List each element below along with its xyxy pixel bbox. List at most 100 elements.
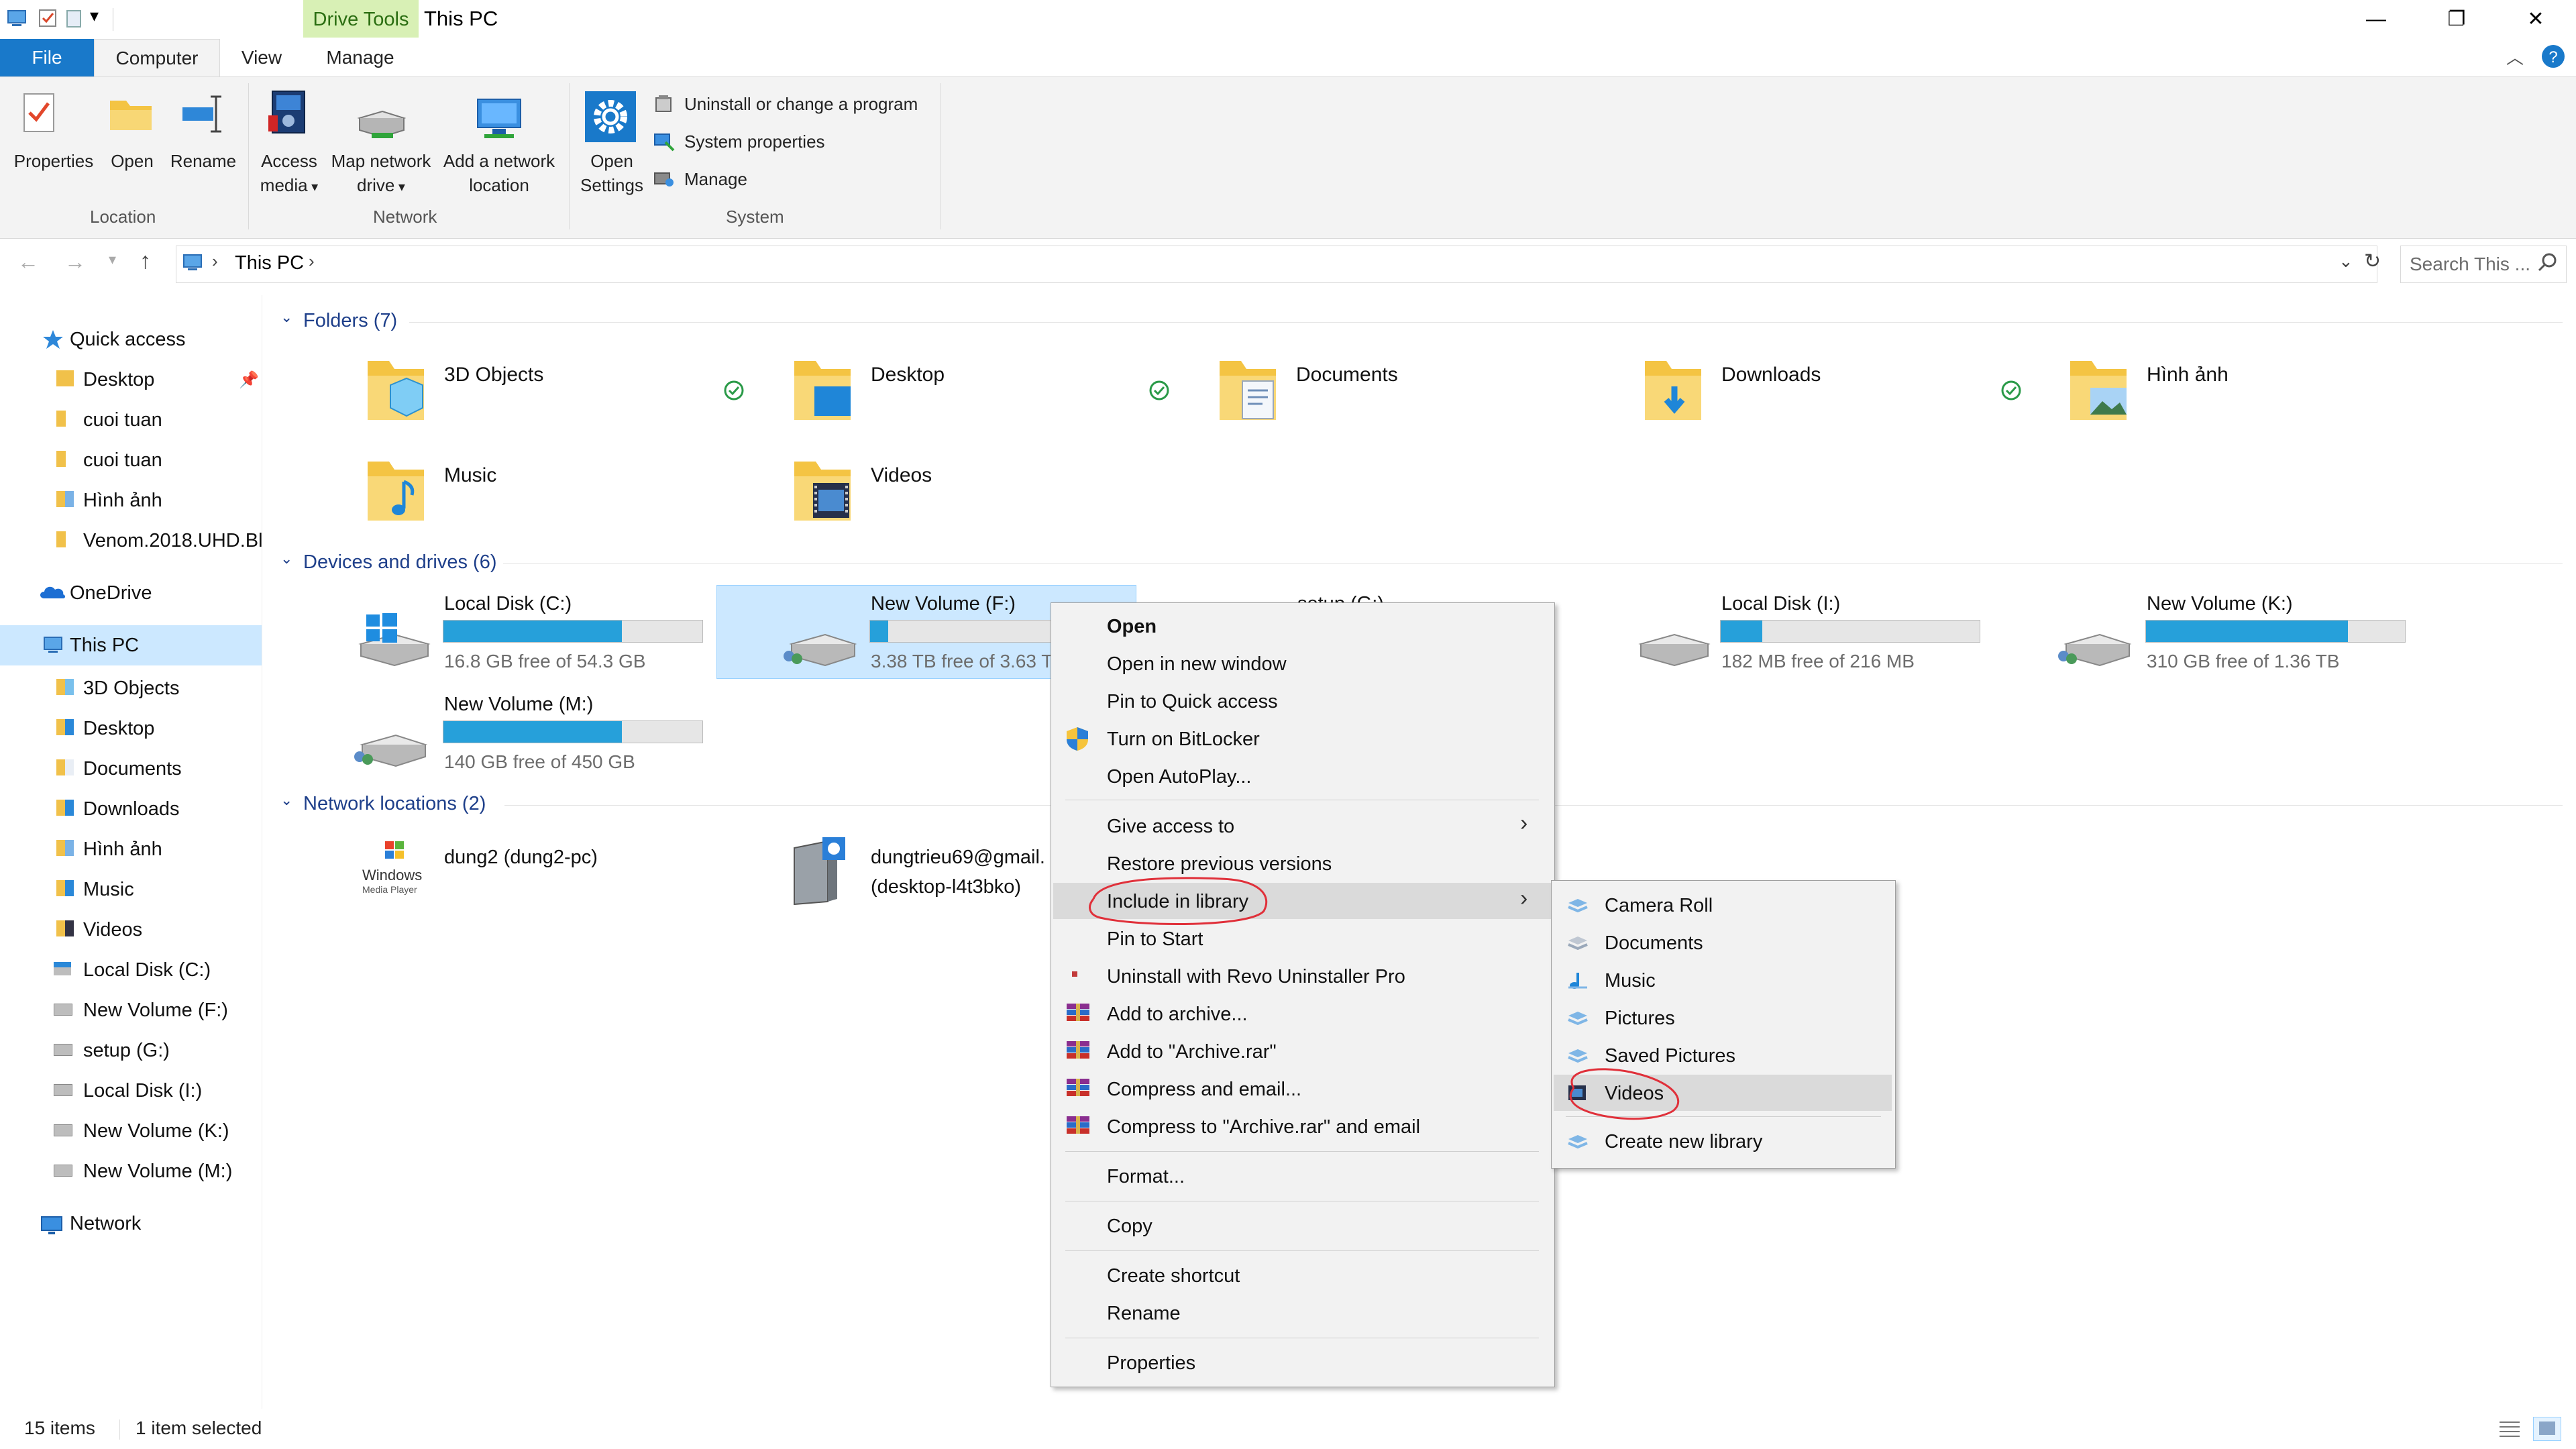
nav-quick-access[interactable]: Quick access	[70, 329, 185, 351]
rename-button[interactable]: Rename	[165, 149, 241, 173]
nav-pc-music[interactable]: Music	[83, 879, 134, 901]
collapse-chevron-icon[interactable]: ⌄	[280, 550, 292, 568]
submenu-pictures[interactable]: Pictures	[1605, 1008, 1675, 1030]
network-item-dung2[interactable]: dung2 (dung2-pc)	[444, 847, 598, 869]
submenu-documents[interactable]: Documents	[1605, 932, 1703, 955]
drive-c-name[interactable]: Local Disk (C:)	[444, 593, 572, 615]
folder-music[interactable]: Music	[444, 464, 496, 487]
tab-view[interactable]: View	[228, 39, 295, 76]
nav-pc-hinh-anh[interactable]: Hình ảnh	[83, 839, 162, 861]
menu-include-in-library[interactable]: Include in library	[1107, 891, 1248, 913]
uninstall-program-button[interactable]: Uninstall or change a program	[684, 94, 918, 115]
new-folder-qat-icon[interactable]	[64, 8, 85, 28]
drive-k-name[interactable]: New Volume (K:)	[2147, 593, 2293, 615]
properties-qat-icon[interactable]	[38, 8, 58, 28]
address-bar[interactable]	[176, 246, 2377, 283]
folder-downloads[interactable]: Downloads	[1721, 364, 1821, 386]
breadcrumb-chevron-icon[interactable]: ›	[309, 251, 315, 272]
menu-copy[interactable]: Copy	[1107, 1216, 1152, 1238]
forward-button[interactable]: →	[64, 250, 86, 274]
folder-documents[interactable]: Documents	[1296, 364, 1398, 386]
network-item-dungtrieu69[interactable]: dungtrieu69@gmail.	[871, 847, 1045, 869]
drive-f-name[interactable]: New Volume (F:)	[871, 593, 1016, 615]
minimize-button[interactable]: —	[2337, 0, 2415, 39]
nav-quick-item-hinh-anh[interactable]: Hình ảnh	[83, 490, 162, 512]
submenu-saved-pictures[interactable]: Saved Pictures	[1605, 1045, 1735, 1067]
nav-quick-item-desktop[interactable]: Desktop	[83, 369, 154, 391]
menu-add-to-archive[interactable]: Add to archive...	[1107, 1004, 1248, 1026]
folder-3d-objects[interactable]: 3D Objects	[444, 364, 543, 386]
network-section-header[interactable]: Network locations (2)	[303, 793, 486, 815]
refresh-icon[interactable]: ↻	[2364, 250, 2381, 273]
address-dropdown-icon[interactable]: ⌄	[2339, 251, 2353, 272]
nav-network[interactable]: Network	[70, 1213, 141, 1235]
submenu-camera-roll[interactable]: Camera Roll	[1605, 895, 1713, 917]
open-button[interactable]: Open	[101, 149, 164, 173]
menu-open-autoplay[interactable]: Open AutoPlay...	[1107, 766, 1252, 788]
folders-section-header[interactable]: Folders (7)	[303, 310, 397, 332]
manage-button[interactable]: Manage	[684, 169, 747, 190]
breadcrumb-this-pc[interactable]: This PC	[235, 252, 304, 274]
search-icon[interactable]	[2537, 252, 2557, 272]
nav-quick-item-cuoi-tuan[interactable]: cuoi tuan	[83, 409, 162, 431]
explorer-app-icon[interactable]	[7, 8, 28, 28]
nav-this-pc[interactable]: This PC	[70, 635, 139, 657]
menu-add-to-archive-rar[interactable]: Add to "Archive.rar"	[1107, 1041, 1277, 1063]
nav-pc-local-disk-i[interactable]: Local Disk (I:)	[83, 1080, 202, 1102]
nav-pc-documents[interactable]: Documents	[83, 758, 182, 780]
menu-give-access-to[interactable]: Give access to	[1107, 816, 1234, 838]
drive-tools-contextual-tab[interactable]: Drive Tools	[303, 0, 419, 38]
menu-compress-and-email[interactable]: Compress and email...	[1107, 1079, 1301, 1101]
nav-onedrive[interactable]: OneDrive	[70, 582, 152, 604]
up-button[interactable]: ↑	[140, 248, 151, 274]
help-icon[interactable]: ?	[2541, 44, 2565, 68]
nav-pc-new-volume-k[interactable]: New Volume (K:)	[83, 1120, 229, 1142]
menu-pin-to-start[interactable]: Pin to Start	[1107, 928, 1203, 951]
maximize-button[interactable]: ❐	[2418, 0, 2496, 39]
collapse-ribbon-icon[interactable]: ︿	[2506, 44, 2524, 69]
menu-restore-previous-versions[interactable]: Restore previous versions	[1107, 853, 1332, 875]
nav-quick-item-venom[interactable]: Venom.2018.UHD.Bl	[83, 530, 262, 552]
folder-hinh-anh[interactable]: Hình ảnh	[2147, 364, 2229, 386]
collapse-chevron-icon[interactable]: ⌄	[280, 792, 292, 809]
drive-i-name[interactable]: Local Disk (I:)	[1721, 593, 1840, 615]
nav-pc-3d-objects[interactable]: 3D Objects	[83, 678, 179, 700]
open-settings-button[interactable]: Open Settings	[574, 149, 649, 197]
map-network-drive-button[interactable]: Map network drive ▾	[326, 149, 436, 199]
system-properties-button[interactable]: System properties	[684, 131, 825, 152]
collapse-chevron-icon[interactable]: ⌄	[280, 309, 292, 326]
breadcrumb-chevron-icon[interactable]: ›	[212, 251, 218, 272]
drive-m-name[interactable]: New Volume (M:)	[444, 694, 593, 716]
submenu-music[interactable]: Music	[1605, 970, 1656, 992]
menu-open[interactable]: Open	[1107, 616, 1157, 638]
back-button[interactable]: ←	[17, 250, 39, 274]
nav-pc-new-volume-f[interactable]: New Volume (F:)	[83, 1000, 228, 1022]
menu-uninstall-revo[interactable]: Uninstall with Revo Uninstaller Pro	[1107, 966, 1405, 988]
tab-computer[interactable]: Computer	[94, 39, 220, 77]
qat-dropdown-icon[interactable]: ▾	[90, 5, 99, 26]
menu-format[interactable]: Format...	[1107, 1166, 1185, 1188]
menu-create-shortcut[interactable]: Create shortcut	[1107, 1265, 1240, 1287]
tab-file[interactable]: File	[0, 39, 94, 76]
large-icons-view-icon[interactable]	[2533, 1417, 2561, 1441]
submenu-videos[interactable]: Videos	[1605, 1083, 1664, 1105]
add-network-location-button[interactable]: Add a network location	[436, 149, 562, 197]
nav-pc-new-volume-m[interactable]: New Volume (M:)	[83, 1161, 232, 1183]
nav-pc-videos[interactable]: Videos	[83, 919, 142, 941]
menu-turn-on-bitlocker[interactable]: Turn on BitLocker	[1107, 729, 1260, 751]
menu-pin-quick-access[interactable]: Pin to Quick access	[1107, 691, 1278, 713]
nav-quick-item-cuoi-tuan-2[interactable]: cuoi tuan	[83, 449, 162, 472]
pin-icon[interactable]: 📌	[239, 370, 259, 390]
folder-desktop[interactable]: Desktop	[871, 364, 945, 386]
menu-rename[interactable]: Rename	[1107, 1303, 1181, 1325]
tab-manage[interactable]: Manage	[310, 39, 411, 76]
devices-section-header[interactable]: Devices and drives (6)	[303, 551, 497, 574]
folder-videos[interactable]: Videos	[871, 464, 932, 487]
properties-button[interactable]: Properties	[7, 149, 101, 173]
menu-open-new-window[interactable]: Open in new window	[1107, 653, 1287, 676]
details-view-icon[interactable]	[2498, 1419, 2521, 1438]
menu-compress-to-archive-email[interactable]: Compress to "Archive.rar" and email	[1107, 1116, 1420, 1138]
nav-pc-desktop[interactable]: Desktop	[83, 718, 154, 740]
access-media-button[interactable]: Access media ▾	[252, 149, 326, 199]
nav-pc-downloads[interactable]: Downloads	[83, 798, 179, 820]
